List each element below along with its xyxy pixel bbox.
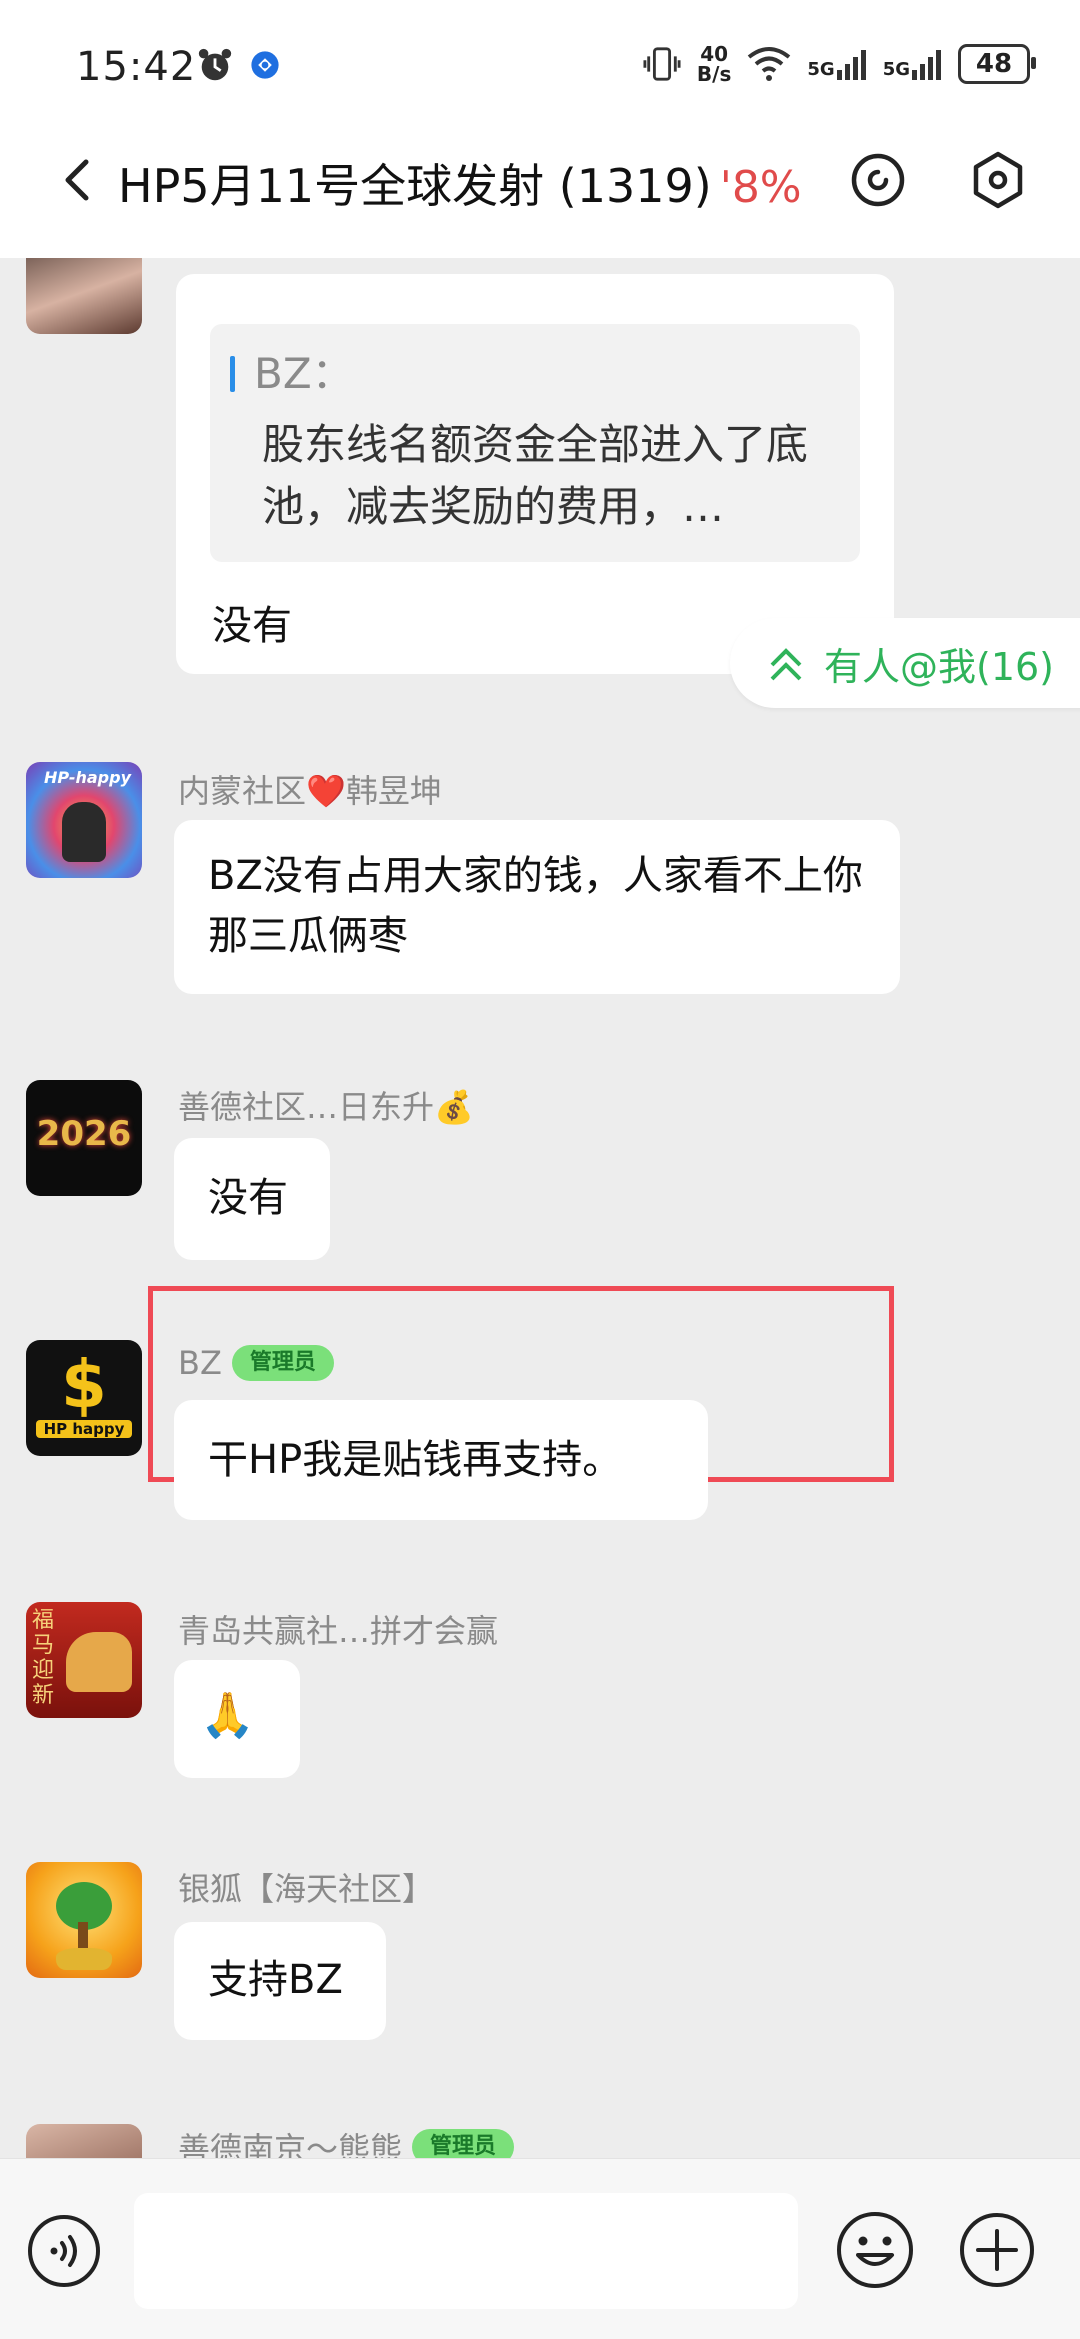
message-text: BZ没有占用大家的钱，人家看不上你那三瓜俩枣: [208, 853, 863, 959]
alarm-icon: [198, 48, 232, 81]
back-arrow-icon[interactable]: [54, 156, 102, 204]
avatar[interactable]: HP-happy: [26, 762, 142, 878]
message-bubble[interactable]: BZ： 股东线名额资金全部进入了底池，减去奖励的费用，… 没有: [176, 274, 894, 674]
sender-row: BZ 管理员: [178, 1344, 334, 1382]
net-speed: 40 B/s: [697, 44, 731, 84]
sender-row: 善德南京～熊熊 管理员: [178, 2124, 515, 2158]
quote-sender: BZ：: [254, 349, 354, 398]
message-bubble[interactable]: 🙏: [174, 1660, 300, 1778]
avatar[interactable]: [26, 258, 142, 334]
admin-badge: 管理员: [231, 1345, 334, 1381]
title-percent: '8%: [719, 162, 802, 213]
mention-button[interactable]: 有人@我(16): [730, 618, 1080, 708]
message-bubble[interactable]: 没有: [174, 1138, 330, 1260]
avatar[interactable]: [26, 2124, 142, 2158]
sender-name: 青岛共赢社…拼才会赢: [178, 1612, 499, 1650]
avatar[interactable]: 福马迎新: [26, 1602, 142, 1718]
avatar-text: HP happy: [36, 1420, 132, 1438]
net-speed-unit: B/s: [696, 62, 732, 86]
refresh-icon[interactable]: [848, 150, 908, 210]
sender-name: BZ: [178, 1344, 222, 1382]
settings-icon[interactable]: [968, 150, 1028, 210]
message-bubble[interactable]: BZ没有占用大家的钱，人家看不上你那三瓜俩枣: [174, 820, 900, 994]
message-bubble[interactable]: 干HP我是贴钱再支持。: [174, 1400, 708, 1520]
vibrate-icon: [643, 47, 681, 81]
avatar[interactable]: 2026: [26, 1080, 142, 1196]
voice-icon[interactable]: [26, 2213, 102, 2289]
message-text: 没有: [208, 1175, 288, 1221]
status-icons-left: [196, 46, 282, 84]
group-name: HP5月11号全球发射 (1319): [118, 159, 712, 213]
quoted-message[interactable]: BZ： 股东线名额资金全部进入了底池，减去奖励的费用，…: [210, 324, 860, 562]
top-bar: 15:42 40 B/s 5G 5G 48 HP5月11号全球发射 (1319)…: [0, 0, 1080, 258]
sender-name: 善德南京～熊熊: [178, 2130, 403, 2158]
input-bar: [0, 2158, 1080, 2339]
message-emoji: 🙏: [200, 1690, 255, 1741]
chat-header: HP5月11号全球发射 (1319) '8%: [0, 120, 1080, 240]
wifi-icon: [748, 47, 791, 81]
message-text: 支持BZ: [208, 1957, 343, 2003]
signal-type-1: 5G: [807, 59, 835, 80]
avatar-text: 2026: [36, 1114, 132, 1154]
signal-type-2: 5G: [882, 59, 910, 80]
net-speed-value: 40: [700, 42, 729, 66]
plus-icon[interactable]: [958, 2211, 1036, 2289]
sender-name: 内蒙社区❤️韩昱坤: [178, 772, 442, 810]
status-icons-right: 40 B/s 5G 5G 48: [643, 44, 1036, 84]
status-time: 15:42: [76, 44, 197, 90]
avatar[interactable]: $ HP happy: [26, 1340, 142, 1456]
signal-icon: [912, 50, 941, 80]
mention-label: 有人@我(16): [824, 644, 1055, 689]
app-notification-icon: [251, 51, 279, 79]
message-text: 干HP我是贴钱再支持。: [208, 1437, 623, 1483]
sender-name: 银狐【海天社区】: [178, 1870, 435, 1908]
quote-bar: [230, 356, 235, 392]
chat-messages[interactable]: BZ： 股东线名额资金全部进入了底池，减去奖励的费用，… 没有 有人@我(16)…: [0, 258, 1080, 2158]
chat-title: HP5月11号全球发射 (1319) '8%: [118, 150, 802, 216]
avatar[interactable]: [26, 1862, 142, 1978]
avatar-text: 福马迎新: [32, 1608, 55, 1708]
message-bubble[interactable]: 支持BZ: [174, 1922, 386, 2040]
admin-badge: 管理员: [412, 2129, 515, 2158]
battery-indicator: 48: [958, 44, 1036, 84]
double-chevron-up-icon: [770, 648, 802, 681]
sender-name: 善德社区…日东升💰: [178, 1088, 474, 1126]
quote-text: 股东线名额资金全部进入了底池，减去奖励的费用，…: [262, 420, 809, 531]
message-input[interactable]: [134, 2193, 798, 2309]
emoji-icon[interactable]: [834, 2209, 916, 2291]
signal-icon: [836, 50, 866, 80]
message-text: 没有: [212, 603, 292, 649]
